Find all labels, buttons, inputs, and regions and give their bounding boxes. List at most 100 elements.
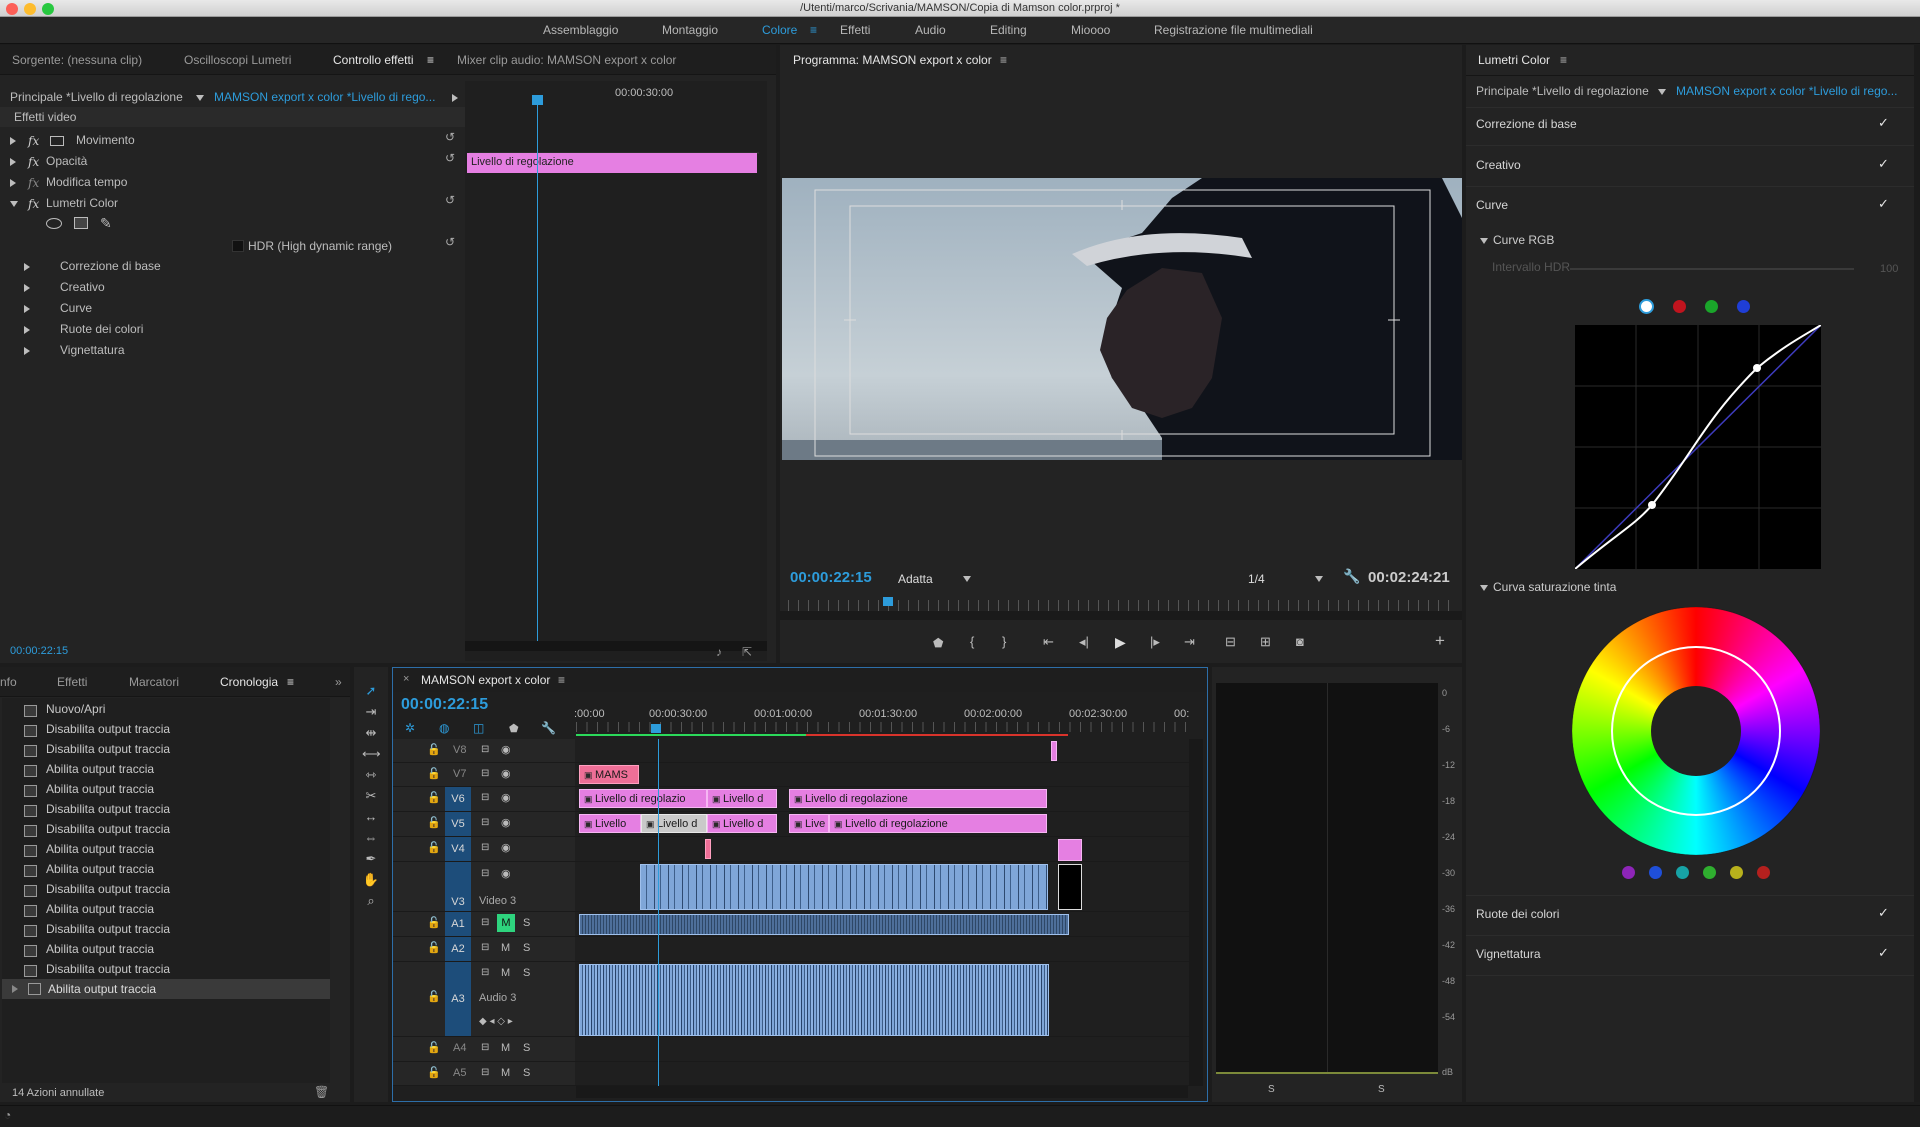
blue-swatch-icon[interactable] — [1649, 866, 1662, 879]
chevron-down-icon[interactable] — [1480, 585, 1488, 591]
solo-left-button[interactable]: S — [1268, 1084, 1275, 1095]
enable-checkbox[interactable]: ✓ — [1878, 116, 1890, 129]
chevron-down-icon[interactable] — [196, 95, 204, 101]
mute-button[interactable]: M — [501, 942, 510, 954]
snap-icon[interactable]: ✲ — [405, 721, 415, 735]
section-creativo[interactable]: Creativo — [1476, 158, 1521, 172]
curve-rgb-label[interactable]: Curve RGB — [1493, 233, 1554, 247]
mute-button[interactable]: M — [501, 967, 510, 979]
more-tabs-icon[interactable]: » — [335, 675, 342, 689]
effect-mini-timeline[interactable]: 00:00:30:00 Livello di regolazione — [465, 81, 767, 661]
clip-v3-black[interactable] — [1058, 864, 1082, 910]
program-timecode[interactable]: 00:00:22:15 — [790, 569, 872, 586]
track-label[interactable]: V4 — [445, 837, 471, 861]
resolution-select[interactable]: 1/4 — [1248, 572, 1265, 586]
clip-v8[interactable] — [1051, 741, 1057, 761]
track-label[interactable]: A1 — [445, 912, 471, 936]
workspace-montaggio[interactable]: Montaggio — [662, 23, 718, 37]
slide-tool-icon[interactable]: ⇔ — [362, 830, 380, 848]
hue-sat-curve-label[interactable]: Curva saturazione tinta — [1493, 580, 1616, 594]
wrench-icon[interactable]: 🔧 — [1343, 568, 1360, 585]
status-icon[interactable]: ◔ — [4, 1108, 11, 1122]
mark-in-icon[interactable]: { — [970, 634, 974, 649]
solo-button[interactable]: S — [523, 1067, 530, 1079]
rolling-edit-tool-icon[interactable]: ⟷ — [362, 746, 381, 764]
workspace-editing[interactable]: Editing — [990, 23, 1027, 37]
chevron-down-icon[interactable] — [963, 576, 971, 582]
mute-button[interactable]: M — [501, 1067, 510, 1079]
add-button-icon[interactable]: + — [1435, 631, 1445, 651]
tab-cronologia[interactable]: Cronologia — [220, 675, 278, 689]
sync-icon[interactable]: ⊟ — [481, 917, 489, 928]
workspace-registrazione[interactable]: Registrazione file multimediali — [1154, 23, 1313, 37]
track-label[interactable]: V3 — [445, 862, 471, 911]
tab-info[interactable]: nfo — [0, 675, 17, 689]
sync-icon[interactable]: ⊟ — [481, 768, 489, 779]
mute-button[interactable]: M — [497, 914, 515, 932]
enable-checkbox[interactable]: ✓ — [1878, 197, 1890, 210]
adjustment-clip[interactable]: Livello di regolazione — [467, 153, 757, 173]
list-item[interactable]: Abilita output traccia — [24, 782, 154, 802]
clip-a3-audio[interactable] — [579, 964, 1049, 1036]
solo-button[interactable]: S — [523, 917, 530, 929]
panel-menu-icon[interactable]: ≡ — [1000, 53, 1007, 67]
clip-v4[interactable] — [1058, 839, 1082, 861]
rgb-curve-graph[interactable] — [1575, 325, 1821, 569]
section-correzione-di-base[interactable]: Correzione di base — [1476, 117, 1577, 131]
zoom-select[interactable]: Adatta — [898, 572, 933, 586]
scrollbar[interactable] — [780, 611, 1462, 620]
red-swatch-icon[interactable] — [1757, 866, 1770, 879]
green-channel-icon[interactable] — [1705, 300, 1718, 313]
chevron-down-icon[interactable] — [1658, 89, 1666, 95]
play-only-icon[interactable] — [452, 94, 458, 102]
horizontal-scrollbar[interactable] — [576, 1086, 1188, 1098]
step-back-icon[interactable]: ◂| — [1079, 634, 1089, 650]
workspace-assemblaggio[interactable]: Assemblaggio — [543, 23, 618, 37]
pen-mask-icon[interactable]: ✎ — [100, 215, 112, 232]
sync-icon[interactable]: ⊟ — [481, 967, 489, 978]
sync-icon[interactable]: ⊟ — [481, 817, 489, 828]
pen-tool-icon[interactable]: ✒ — [362, 851, 380, 869]
clip-v6-b[interactable]: ▣ Livello d — [707, 789, 777, 808]
tab-source[interactable]: Sorgente: (nessuna clip) — [12, 53, 142, 67]
track-label[interactable]: V6 — [445, 787, 471, 811]
filter-icon[interactable]: ♪ — [716, 645, 722, 659]
mute-button[interactable]: M — [501, 1042, 510, 1054]
track-label[interactable]: V5 — [445, 812, 471, 836]
playhead-handle[interactable] — [883, 597, 893, 606]
ellipse-mask-icon[interactable] — [46, 218, 62, 229]
list-item[interactable]: Disabilita output traccia — [24, 802, 170, 822]
hue-saturation-wheel[interactable] — [1572, 607, 1820, 855]
clip-v6-c[interactable]: ▣ Livello di regolazione — [789, 789, 1047, 808]
track-select-tool-icon[interactable]: ⇥ — [362, 704, 380, 722]
step-forward-icon[interactable]: |▸ — [1150, 634, 1160, 650]
sequence-clip-label[interactable]: MAMSON export x color *Livello di rego..… — [214, 90, 435, 104]
wrench-icon[interactable]: 🔧 — [541, 721, 556, 735]
zoom-tool-icon[interactable]: ⌕ — [362, 893, 380, 911]
linked-selection-icon[interactable]: ◍ — [439, 721, 449, 735]
chevron-down-icon[interactable] — [1480, 238, 1488, 244]
panel-menu-icon[interactable]: ≡ — [287, 675, 294, 689]
cyan-swatch-icon[interactable] — [1676, 866, 1689, 879]
marker-icon[interactable]: ⬟ — [509, 722, 519, 735]
clip-v5-d[interactable]: ▣ Live — [789, 814, 829, 833]
effect-timecode[interactable]: 00:00:22:15 — [10, 645, 68, 657]
panel-menu-icon[interactable]: ≡ — [558, 673, 565, 687]
purple-swatch-icon[interactable] — [1622, 866, 1635, 879]
tab-effetti[interactable]: Effetti — [57, 675, 87, 689]
playhead-handle[interactable] — [651, 724, 661, 733]
green-swatch-icon[interactable] — [1703, 866, 1716, 879]
hdr-range-slider[interactable] — [1570, 268, 1854, 270]
list-item[interactable]: Abilita output traccia — [24, 902, 154, 922]
sync-icon[interactable]: ⊟ — [481, 1042, 489, 1053]
lift-icon[interactable]: ⊟ — [1225, 634, 1236, 650]
slip-tool-icon[interactable]: ↔ — [362, 809, 380, 827]
tab-audio-clip-mixer[interactable]: Mixer clip audio: MAMSON export x color — [457, 53, 676, 67]
master-clip-label[interactable]: Principale *Livello di regolazione — [10, 90, 183, 104]
keyframe-nav-icon[interactable]: ◆ ◂ ◇ ▸ — [479, 1016, 513, 1027]
clip-v4-small[interactable] — [705, 839, 711, 859]
fx-icon[interactable]: fx — [28, 155, 39, 169]
fx-icon[interactable]: fx — [28, 134, 39, 148]
solo-button[interactable]: S — [523, 967, 530, 979]
list-item[interactable]: Nuovo/Apri — [24, 702, 105, 722]
